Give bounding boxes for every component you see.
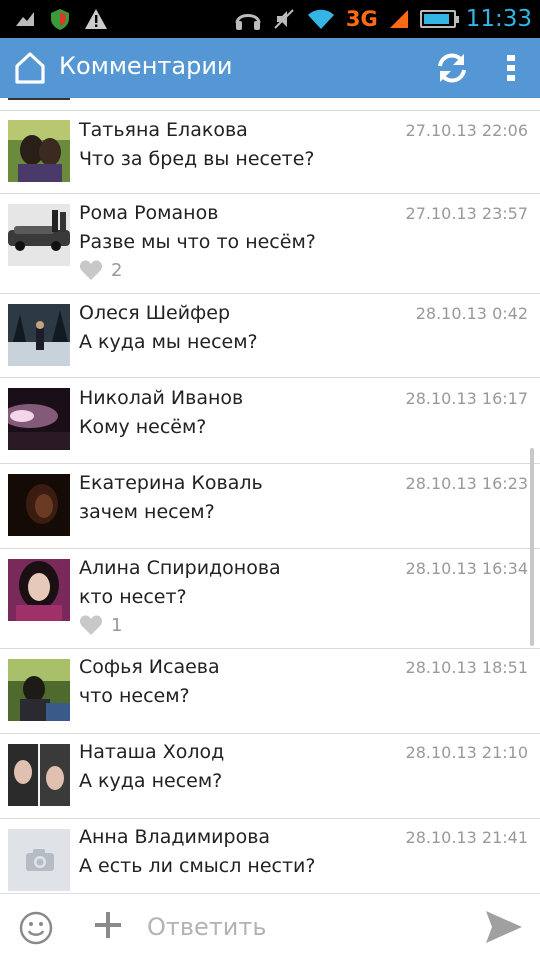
comment-text: Кому несём?	[79, 416, 207, 438]
avatar[interactable]	[8, 388, 70, 450]
comment-row[interactable]: Анна Владимирова 28.10.13 21:41 А есть л…	[0, 820, 540, 893]
comment-date: 28.10.13 21:10	[405, 743, 528, 762]
shield-icon	[51, 9, 69, 30]
comment-row[interactable]: Николай Иванов 28.10.13 16:17 Кому несём…	[0, 379, 540, 464]
author-name[interactable]: Анна Владимирова	[79, 826, 270, 848]
avatar[interactable]	[8, 559, 70, 621]
comment-text: что несем?	[79, 685, 190, 707]
like-count: 2	[111, 259, 123, 281]
like-count: 1	[111, 614, 123, 636]
like-button[interactable]: 1	[79, 614, 122, 636]
author-name[interactable]: Наташа Холод	[79, 741, 224, 763]
comment-row[interactable]: Татьяна Елакова 27.10.13 22:06 Что за бр…	[0, 111, 540, 194]
heart-icon	[79, 260, 103, 280]
camera-placeholder-icon	[8, 829, 70, 891]
comment-row[interactable]: Рома Романов 27.10.13 23:57 Разве мы что…	[0, 195, 540, 294]
avatar[interactable]	[8, 829, 70, 891]
comment-text: А куда мы несем?	[79, 331, 258, 353]
comment-text: Что за бред вы несете?	[79, 148, 315, 170]
heart-icon	[79, 615, 103, 635]
comment-date: 28.10.13 16:23	[405, 474, 528, 493]
network-type: 3G	[345, 7, 378, 31]
author-name[interactable]: Татьяна Елакова	[79, 119, 248, 141]
comment-date: 28.10.13 0:42	[415, 304, 528, 323]
comment-date: 28.10.13 16:34	[405, 559, 528, 578]
comment-date: 28.10.13 16:17	[405, 389, 528, 408]
headphones-icon	[235, 14, 261, 30]
status-bar: 3G 11:33	[0, 0, 540, 38]
avatar[interactable]	[8, 204, 70, 266]
comment-row[interactable]: Алина Спиридонова 28.10.13 16:34 кто нес…	[0, 550, 540, 649]
avatar[interactable]	[8, 659, 70, 721]
comment-date: 28.10.13 21:41	[405, 828, 528, 847]
home-icon[interactable]	[14, 51, 46, 85]
previous-avatar-edge	[8, 98, 70, 100]
reply-input[interactable]	[147, 912, 447, 942]
comment-row[interactable]: Олеся Шейфер 28.10.13 0:42 А куда мы нес…	[0, 295, 540, 378]
comment-row[interactable]: Софья Исаева 28.10.13 18:51 что несем?	[0, 650, 540, 734]
emoji-icon[interactable]	[19, 911, 53, 945]
like-button[interactable]: 2	[79, 259, 122, 281]
clock: 11:33	[465, 6, 532, 32]
mute-icon	[274, 9, 294, 29]
comment-text: Разве мы что то несём?	[79, 231, 316, 253]
author-name[interactable]: Николай Иванов	[79, 387, 243, 409]
comment-date: 27.10.13 23:57	[405, 204, 528, 223]
scrollbar[interactable]	[530, 448, 534, 646]
comment-text: А куда несем?	[79, 770, 223, 792]
comment-text: кто несет?	[79, 586, 187, 608]
page-title: Комментарии	[59, 52, 233, 80]
app-bar: Комментарии	[0, 38, 540, 98]
author-name[interactable]: Алина Спиридонова	[79, 557, 281, 579]
overflow-menu-icon[interactable]	[504, 54, 518, 82]
wifi-icon	[307, 9, 334, 29]
comment-text: А есть ли смысл нести?	[79, 855, 316, 877]
plus-icon[interactable]	[94, 911, 122, 939]
comment-date: 28.10.13 18:51	[405, 658, 528, 677]
avatar[interactable]	[8, 304, 70, 366]
author-name[interactable]: Софья Исаева	[79, 656, 220, 678]
comment-row[interactable]: Наташа Холод 28.10.13 21:10 А куда несем…	[0, 735, 540, 819]
avatar[interactable]	[8, 120, 70, 182]
usb-icon	[16, 12, 34, 26]
refresh-icon[interactable]	[434, 51, 470, 85]
comment-row[interactable]: Екатерина Коваль 28.10.13 16:23 зачем не…	[0, 465, 540, 549]
reply-composer	[0, 893, 540, 960]
avatar[interactable]	[8, 474, 70, 536]
author-name[interactable]: Рома Романов	[79, 202, 218, 224]
battery-icon	[419, 10, 459, 28]
comment-list[interactable]: Татьяна Елакова 27.10.13 22:06 Что за бр…	[0, 98, 540, 893]
signal-icon	[389, 10, 408, 28]
comment-text: зачем несем?	[79, 501, 215, 523]
author-name[interactable]: Екатерина Коваль	[79, 472, 263, 494]
avatar[interactable]	[8, 744, 70, 806]
warning-icon	[85, 9, 107, 29]
comment-date: 27.10.13 22:06	[405, 121, 528, 140]
author-name[interactable]: Олеся Шейфер	[79, 302, 230, 324]
send-icon[interactable]	[484, 909, 524, 945]
